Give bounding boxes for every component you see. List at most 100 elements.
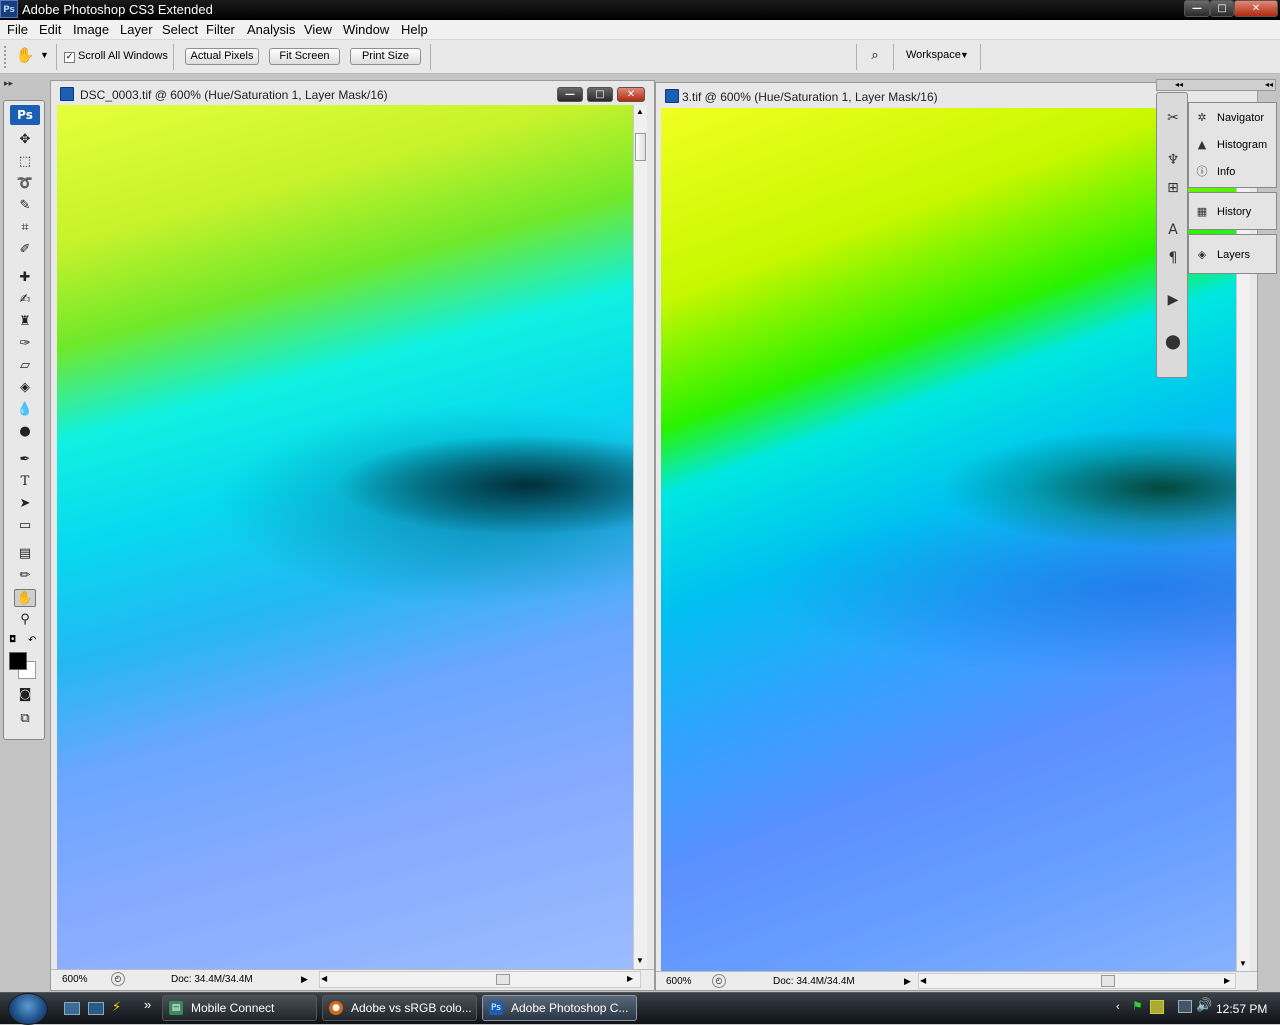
scroll-left-icon[interactable]: ◀: [920, 976, 926, 985]
quick-launch-more[interactable]: »: [144, 997, 151, 1012]
taskbar-item-photoshop[interactable]: Ps Adobe Photoshop C...: [482, 995, 637, 1021]
menu-edit[interactable]: Edit: [39, 22, 61, 37]
workspace-dropdown-icon[interactable]: ▼: [960, 50, 969, 60]
foreground-color-swatch[interactable]: [9, 652, 27, 670]
status-menu-arrow-icon[interactable]: ▶: [301, 974, 308, 985]
actual-pixels-button[interactable]: Actual Pixels: [185, 48, 259, 65]
scroll-thumb[interactable]: [496, 974, 510, 985]
magic-wand-tool-icon[interactable]: ✎: [14, 197, 36, 215]
expand-toolbox-icon[interactable]: ▸▸: [4, 79, 18, 91]
clone-source-icon[interactable]: ⊞: [1162, 177, 1184, 199]
doc-close-button[interactable]: ✕: [617, 87, 645, 102]
show-desktop-icon[interactable]: [64, 1002, 80, 1015]
quick-mask-icon[interactable]: ◙: [14, 686, 36, 704]
image-canvas[interactable]: [661, 108, 1236, 972]
chevron-down-icon[interactable]: ▼: [40, 50, 49, 60]
vertical-scrollbar[interactable]: ▲ ▼: [633, 105, 647, 969]
scroll-right-icon[interactable]: ▶: [1224, 976, 1230, 985]
move-tool-icon[interactable]: ✥: [14, 131, 36, 149]
eraser-tool-icon[interactable]: ▱: [14, 357, 36, 375]
start-button[interactable]: [8, 993, 48, 1025]
menu-layer[interactable]: Layer: [120, 22, 153, 37]
brush-tool-icon[interactable]: ✍: [14, 291, 36, 309]
hand-tool-icon[interactable]: ✋: [14, 589, 36, 607]
minimize-button[interactable]: —: [1184, 0, 1210, 17]
workspace-button[interactable]: Workspace: [906, 49, 961, 61]
volume-icon[interactable]: 🔊: [1196, 998, 1212, 1013]
scroll-down-icon[interactable]: ▼: [1239, 959, 1247, 968]
tray-expand-icon[interactable]: ‹: [1116, 1001, 1120, 1013]
grip-handle[interactable]: [4, 46, 12, 68]
brushes-icon[interactable]: ♆: [1162, 149, 1184, 171]
doc-maximize-button[interactable]: □: [587, 87, 613, 102]
dodge-tool-icon[interactable]: ●: [14, 423, 36, 441]
flag-icon[interactable]: ⚑: [1132, 999, 1143, 1013]
zoom-level[interactable]: 600%: [62, 974, 88, 985]
menu-image[interactable]: Image: [73, 22, 109, 37]
scroll-thumb[interactable]: [1101, 975, 1115, 987]
character-icon[interactable]: A: [1162, 219, 1184, 241]
scroll-left-icon[interactable]: ◀: [321, 974, 327, 983]
scroll-thumb[interactable]: [635, 133, 646, 161]
hand-tool-preset-icon[interactable]: ✋: [14, 46, 36, 66]
healing-brush-tool-icon[interactable]: ✚: [14, 269, 36, 287]
menu-help[interactable]: Help: [401, 22, 428, 37]
status-bar-icon[interactable]: ◴: [111, 972, 125, 986]
network-signal-icon[interactable]: [1150, 1000, 1164, 1014]
swap-colors-icon[interactable]: ↶: [28, 635, 36, 646]
paragraph-icon[interactable]: ¶: [1162, 247, 1184, 269]
image-canvas[interactable]: [57, 105, 633, 969]
bridge-icon[interactable]: ⌕: [863, 48, 887, 68]
horizontal-scrollbar[interactable]: ◀ ▶: [918, 973, 1236, 989]
shape-tool-icon[interactable]: ▭: [14, 517, 36, 535]
marquee-tool-icon[interactable]: ⬚: [14, 153, 36, 171]
lasso-tool-icon[interactable]: ➰: [14, 175, 36, 193]
status-menu-arrow-icon[interactable]: ▶: [904, 976, 911, 987]
slice-tool-icon[interactable]: ✐: [14, 241, 36, 259]
doc-minimize-button[interactable]: —: [557, 87, 583, 102]
default-colors-icon[interactable]: ◘: [9, 635, 16, 645]
navigator-panel-tab[interactable]: ✲ Navigator: [1193, 107, 1277, 129]
path-selection-tool-icon[interactable]: ➤: [14, 495, 36, 513]
tool-presets-icon[interactable]: ✂: [1162, 107, 1184, 129]
pen-tool-icon[interactable]: ✒: [14, 451, 36, 469]
crop-tool-icon[interactable]: ⌗: [14, 219, 36, 237]
menu-filter[interactable]: Filter: [206, 22, 235, 37]
scroll-right-icon[interactable]: ▶: [627, 974, 633, 983]
dock-header[interactable]: ◂◂ ◂◂: [1156, 79, 1276, 91]
collapse-panels-icon[interactable]: ◂◂: [1265, 80, 1273, 89]
fit-screen-button[interactable]: Fit Screen: [269, 48, 340, 65]
scroll-down-icon[interactable]: ▼: [636, 956, 644, 965]
zoom-level[interactable]: 600%: [666, 976, 692, 987]
info-panel-tab[interactable]: ⓘ Info: [1193, 161, 1277, 183]
histogram-panel-tab[interactable]: ▲ Histogram: [1193, 134, 1277, 156]
notes-tool-icon[interactable]: ▤: [14, 545, 36, 563]
clone-stamp-tool-icon[interactable]: ♜: [14, 313, 36, 331]
maximize-button[interactable]: □: [1210, 0, 1234, 17]
3d-icon[interactable]: ⬤: [1162, 331, 1184, 353]
blur-tool-icon[interactable]: 💧: [14, 401, 36, 419]
paint-bucket-tool-icon[interactable]: ◈: [14, 379, 36, 397]
menu-window[interactable]: Window: [343, 22, 389, 37]
collapse-dock-icon[interactable]: ◂◂: [1175, 80, 1183, 89]
quick-launch-icon[interactable]: ⚡: [112, 1000, 121, 1015]
switch-windows-icon[interactable]: [88, 1002, 104, 1015]
network-icon[interactable]: [1178, 1000, 1192, 1013]
history-brush-tool-icon[interactable]: ✑: [14, 335, 36, 353]
taskbar-item-firefox[interactable]: ● Adobe vs sRGB colo...: [322, 995, 477, 1021]
type-tool-icon[interactable]: T: [14, 473, 36, 491]
taskbar-item-mobile-connect[interactable]: ▤ Mobile Connect: [162, 995, 317, 1021]
menu-view[interactable]: View: [304, 22, 332, 37]
menu-file[interactable]: File: [7, 22, 28, 37]
history-panel-tab[interactable]: ▦ History: [1193, 201, 1277, 223]
horizontal-scrollbar[interactable]: ◀ ▶: [319, 971, 641, 988]
screen-mode-icon[interactable]: ⧉: [14, 710, 36, 728]
close-button[interactable]: ✕: [1234, 0, 1278, 17]
animation-icon[interactable]: ▶: [1162, 289, 1184, 311]
eyedropper-tool-icon[interactable]: ✏: [14, 567, 36, 585]
zoom-tool-icon[interactable]: ⚲: [14, 611, 36, 629]
menu-analysis[interactable]: Analysis: [247, 22, 295, 37]
status-bar-icon[interactable]: ◴: [712, 974, 726, 988]
layers-panel-tab[interactable]: ◈ Layers: [1193, 244, 1277, 266]
photoshop-logo[interactable]: Ps: [10, 105, 40, 125]
